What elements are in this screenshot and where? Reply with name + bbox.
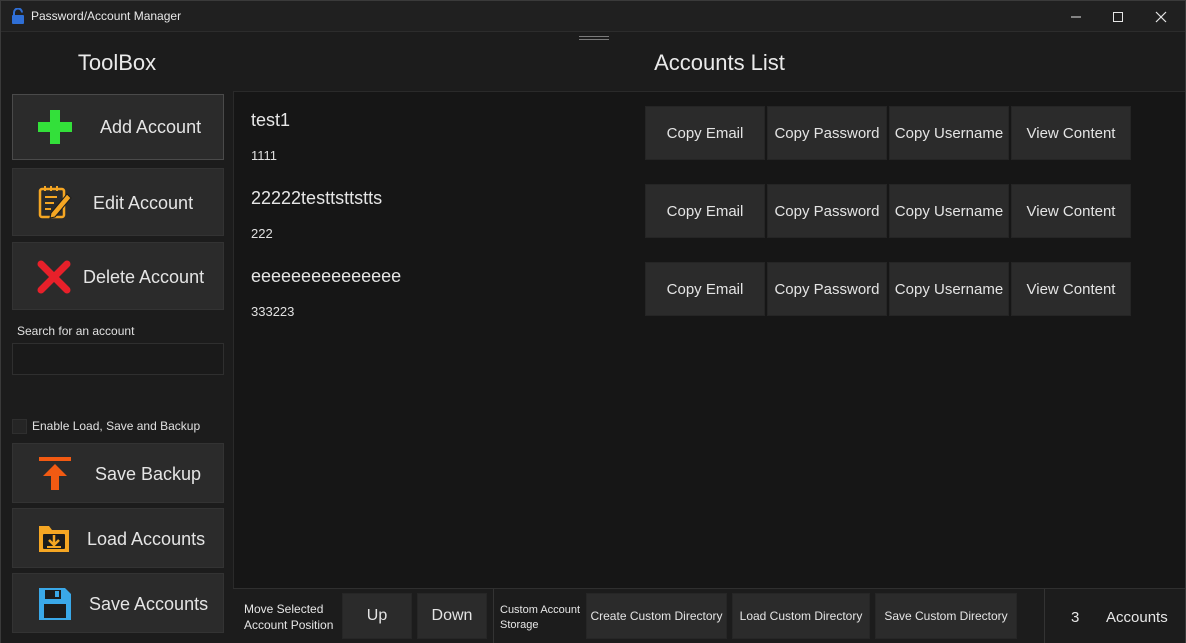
delete-account-label: Delete Account <box>83 267 205 287</box>
upload-arrow-icon <box>39 457 71 490</box>
resize-grip[interactable] <box>579 36 609 40</box>
bottom-toolbar: Move Selected Account Position Up Down C… <box>233 588 1185 643</box>
minimize-button[interactable] <box>1053 1 1099 32</box>
account-name: 22222testtsttstts <box>251 188 383 208</box>
window-title: Password/Account Manager <box>31 9 182 23</box>
floppy-disk-icon <box>39 588 71 620</box>
copy-username-button[interactable]: Copy Username <box>889 106 1009 160</box>
save-accounts-label: Save Accounts <box>89 594 209 614</box>
red-x-icon <box>37 260 71 294</box>
enable-load-save-checkbox-row[interactable]: Enable Load, Save and Backup <box>12 418 200 434</box>
folder-download-icon <box>39 526 69 552</box>
accounts-list: test1 1111 Copy Email Copy Password Copy… <box>233 91 1185 588</box>
delete-account-button[interactable]: Delete Account <box>12 242 224 310</box>
load-accounts-label: Load Accounts <box>87 529 206 549</box>
custom-storage-label-line1: Custom Account <box>500 604 581 616</box>
account-count: 3 <box>1071 609 1080 626</box>
close-button[interactable] <box>1138 1 1184 32</box>
move-position-label-line2: Account Position <box>244 618 334 632</box>
add-account-button[interactable]: Add Account <box>12 94 224 160</box>
move-down-button[interactable]: Down <box>417 593 487 639</box>
divider <box>493 589 494 643</box>
divider <box>1044 589 1045 643</box>
copy-username-button[interactable]: Copy Username <box>889 184 1009 238</box>
copy-password-button[interactable]: Copy Password <box>767 262 887 316</box>
toolbox-sidebar: ToolBox Add Account Edit Account Delete … <box>1 32 233 643</box>
add-account-label: Add Account <box>100 117 202 137</box>
account-detail: 1111 <box>251 148 278 163</box>
view-content-button[interactable]: View Content <box>1011 262 1131 316</box>
custom-storage-label-line2: Storage <box>500 619 539 631</box>
account-row[interactable]: test1 1111 Copy Email Copy Password Copy… <box>234 92 1186 170</box>
account-row[interactable]: eeeeeeeeeeeeeee 333223 Copy Email Copy P… <box>234 248 1186 326</box>
create-custom-directory-button[interactable]: Create Custom Directory <box>586 593 727 639</box>
view-content-button[interactable]: View Content <box>1011 106 1131 160</box>
toolbox-title: ToolBox <box>77 50 157 75</box>
save-custom-directory-button[interactable]: Save Custom Directory <box>875 593 1017 639</box>
copy-email-button[interactable]: Copy Email <box>645 262 765 316</box>
account-count-label: Accounts <box>1106 609 1168 626</box>
notepad-pencil-icon <box>38 186 72 219</box>
maximize-button[interactable] <box>1095 1 1141 32</box>
copy-email-button[interactable]: Copy Email <box>645 184 765 238</box>
save-backup-button[interactable]: Save Backup <box>12 443 224 503</box>
enable-load-save-label: Enable Load, Save and Backup <box>32 419 201 433</box>
search-input[interactable] <box>12 343 224 375</box>
load-custom-directory-button[interactable]: Load Custom Directory <box>732 593 870 639</box>
move-up-button[interactable]: Up <box>342 593 412 639</box>
account-detail: 222 <box>251 226 273 241</box>
app-window: Password/Account Manager ToolBox Add Acc… <box>0 0 1186 643</box>
close-icon <box>1155 11 1167 22</box>
copy-email-button[interactable]: Copy Email <box>645 106 765 160</box>
move-position-label-line1: Move Selected <box>244 602 324 616</box>
account-row[interactable]: 22222testtsttstts 222 Copy Email Copy Pa… <box>234 170 1186 248</box>
move-position-label: Move Selected Account Position <box>244 601 333 633</box>
edit-account-button[interactable]: Edit Account <box>12 168 224 236</box>
save-accounts-button[interactable]: Save Accounts <box>12 573 224 633</box>
padlock-icon <box>12 8 24 24</box>
copy-password-button[interactable]: Copy Password <box>767 184 887 238</box>
enable-load-save-checkbox[interactable] <box>12 418 27 434</box>
search-label: Search for an account <box>17 324 135 338</box>
title-bar: Password/Account Manager <box>1 1 1185 32</box>
accounts-list-title: Accounts List <box>654 50 785 75</box>
custom-storage-label: Custom Account Storage <box>500 603 580 633</box>
account-detail: 333223 <box>251 304 295 319</box>
save-backup-label: Save Backup <box>95 464 202 484</box>
copy-username-button[interactable]: Copy Username <box>889 262 1009 316</box>
edit-account-label: Edit Account <box>93 193 194 213</box>
copy-password-button[interactable]: Copy Password <box>767 106 887 160</box>
load-accounts-button[interactable]: Load Accounts <box>12 508 224 568</box>
minimize-icon <box>1071 16 1081 17</box>
account-name: eeeeeeeeeeeeeee <box>251 266 402 286</box>
account-name: test1 <box>251 110 291 130</box>
maximize-icon <box>1113 11 1123 22</box>
view-content-button[interactable]: View Content <box>1011 184 1131 238</box>
plus-icon <box>38 110 72 144</box>
